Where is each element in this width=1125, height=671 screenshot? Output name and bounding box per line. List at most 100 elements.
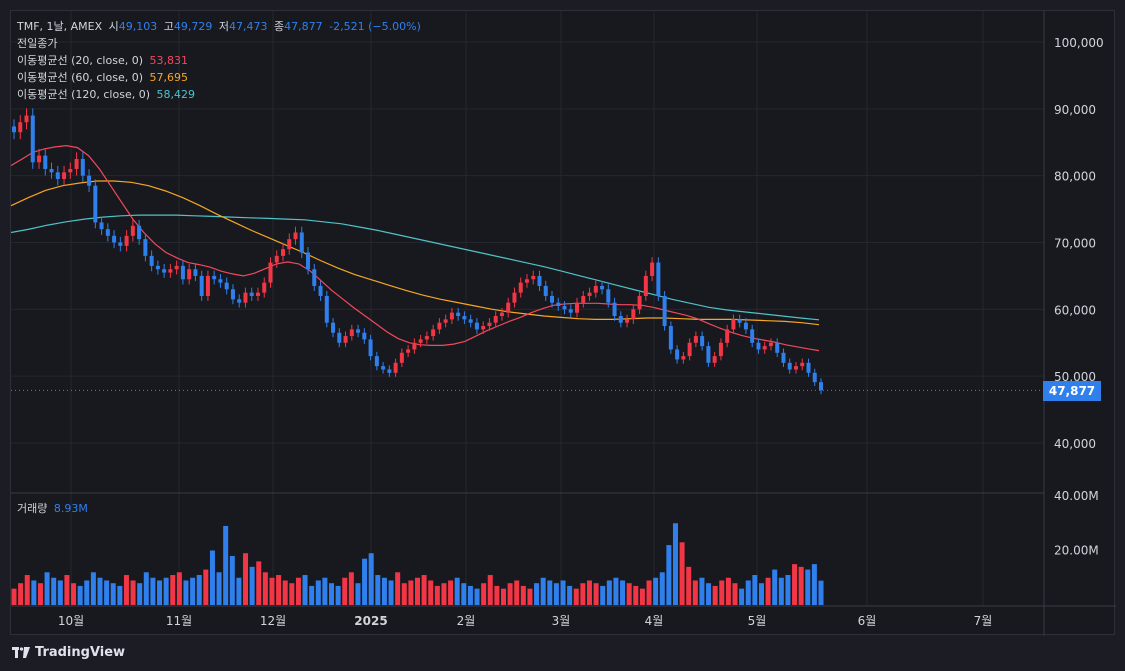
candle-body <box>324 295 329 323</box>
volume-bar <box>236 577 242 605</box>
ma60-polyline <box>11 180 820 326</box>
volume-bar <box>500 588 506 605</box>
volume-bar <box>362 558 368 605</box>
volume-bar <box>315 580 321 605</box>
volume-bar <box>719 580 725 605</box>
volume-bar <box>375 575 381 605</box>
volume-bar <box>672 523 678 605</box>
volume-bar <box>203 569 209 605</box>
volume-bar <box>262 572 268 605</box>
candle-body <box>487 322 492 327</box>
volume-bar <box>639 588 645 605</box>
candle-body <box>681 356 686 360</box>
volume-bar <box>269 577 275 605</box>
brand-label: TradingView <box>35 645 126 660</box>
candle-body <box>180 265 185 280</box>
candle-body <box>462 316 467 320</box>
candle-body <box>337 332 342 343</box>
ma20-legend[interactable]: 이동평균선 (20, close, 0) 53,831 <box>17 52 421 69</box>
candle-body <box>587 292 592 296</box>
time-tick-label: 12월 <box>260 614 286 628</box>
volume-tick-label: 40.00M <box>1054 489 1099 503</box>
last-price-tag: 47,877 <box>1043 381 1101 401</box>
volume-bar <box>758 583 764 605</box>
volume-legend[interactable]: 거래량 8.93M <box>17 500 88 516</box>
time-tick-label: 2025 <box>354 614 387 628</box>
candle-body <box>318 285 323 296</box>
candle-body <box>18 122 23 133</box>
candle-body <box>205 275 210 296</box>
volume-bar <box>209 550 215 605</box>
volume-bar <box>71 583 77 605</box>
candle-body <box>124 235 129 246</box>
candle-body <box>481 326 486 330</box>
ma60-label: 이동평균선 (60, close, 0) <box>17 71 143 84</box>
candle-body <box>62 172 67 180</box>
candle-body <box>393 362 398 373</box>
candle-body <box>387 369 392 373</box>
volume-bar <box>481 583 487 605</box>
volume-bar <box>818 580 824 605</box>
volume-bar <box>699 577 705 605</box>
candle-body <box>293 232 298 240</box>
volume-bar <box>441 583 447 605</box>
price-tick-label: 40,000 <box>1054 437 1096 451</box>
candle-body <box>87 175 92 186</box>
volume-bar <box>434 585 440 605</box>
tradingview-logo-icon <box>12 647 30 658</box>
candle-body <box>819 382 823 391</box>
volume-bar <box>421 575 427 605</box>
ma60-legend[interactable]: 이동평균선 (60, close, 0) 57,695 <box>17 69 421 86</box>
time-tick-label: 7월 <box>974 614 993 628</box>
candle-body <box>718 342 723 357</box>
volume-bar <box>170 575 176 605</box>
candle-body <box>581 295 586 303</box>
volume-bar <box>97 577 103 605</box>
symbol-row: TMF, 1날, AMEX 시49,103 고49,729 저47,473 종4… <box>17 18 421 35</box>
candle-body <box>24 115 29 123</box>
chart-canvas[interactable]: 100,00090,00080,00070,00060,00050,00040,… <box>11 11 1116 636</box>
candle-body <box>349 329 354 337</box>
candle-body <box>130 225 135 236</box>
volume-bar <box>553 583 559 605</box>
candle-body <box>768 342 773 347</box>
candle-body <box>99 222 104 230</box>
tradingview-logo[interactable]: TradingView <box>12 645 125 660</box>
volume-bar <box>348 572 354 605</box>
volume-bar <box>586 580 592 605</box>
candle-body <box>612 302 617 317</box>
volume-bar <box>461 583 467 605</box>
candle-body <box>243 292 248 303</box>
volume-bar <box>428 580 434 605</box>
candle-body <box>74 158 79 169</box>
candle-body <box>312 269 317 286</box>
price-tick-label: 60,000 <box>1054 303 1096 317</box>
candle-body <box>687 342 692 357</box>
price-tick-label: 80,000 <box>1054 170 1096 184</box>
open-label: 시 <box>108 20 119 33</box>
volume-bar <box>454 577 460 605</box>
ma60-value: 57,695 <box>149 71 189 84</box>
candle-body <box>431 329 436 337</box>
volume-bar <box>725 577 731 605</box>
volume-bar <box>600 585 606 605</box>
symbol-label: TMF, 1날, AMEX <box>17 20 103 33</box>
volume-bar <box>732 583 738 605</box>
chart-frame[interactable]: 100,000 90,000 80,000 70,000 60,000 50,000 40,… <box>10 10 1116 636</box>
candle-body <box>37 155 42 163</box>
volume-bar <box>666 545 672 605</box>
volume-bar <box>706 583 712 605</box>
candle-body <box>174 265 179 270</box>
candle-body <box>268 262 273 283</box>
volume-bar <box>520 585 526 605</box>
volume-bar <box>593 583 599 605</box>
candle-body <box>406 349 411 353</box>
price-tick-label: 90,000 <box>1054 103 1096 117</box>
volume-bar <box>805 569 811 605</box>
candle-body <box>356 329 361 333</box>
volume-bar <box>368 553 374 605</box>
ma120-legend[interactable]: 이동평균선 (120, close, 0) 58,429 <box>17 86 421 103</box>
candle-body <box>725 329 730 343</box>
candle-body <box>499 312 504 317</box>
volume-bar <box>117 585 123 605</box>
